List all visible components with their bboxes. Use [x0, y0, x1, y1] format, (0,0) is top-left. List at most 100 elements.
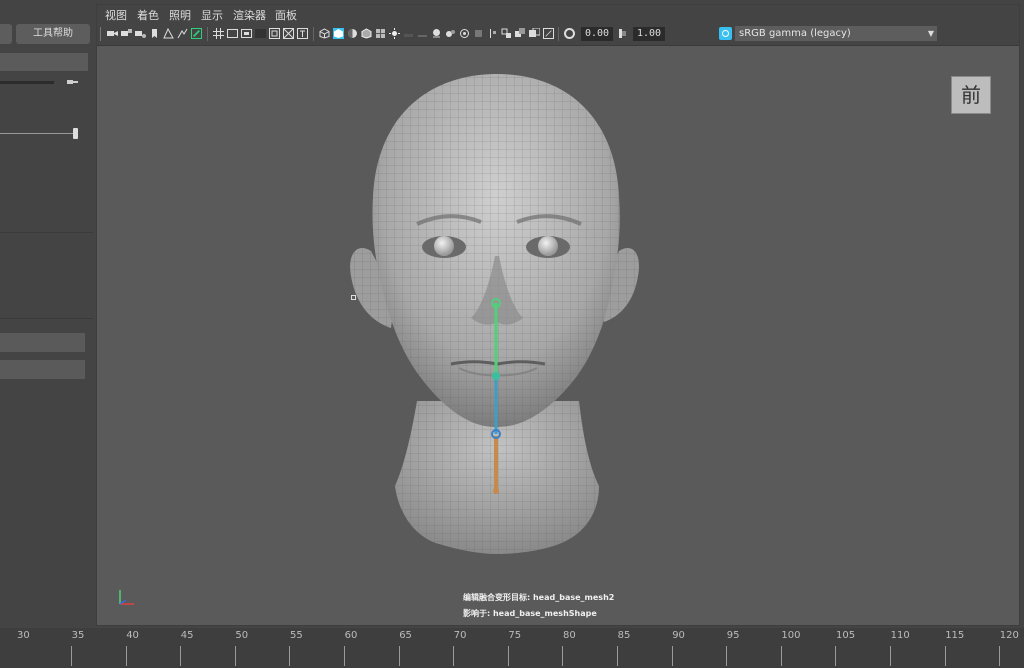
- xray-active-components-icon[interactable]: [515, 28, 526, 39]
- option-field[interactable]: [0, 333, 85, 352]
- left-eye: [434, 236, 454, 256]
- timeline-tick: [835, 646, 837, 666]
- xray-joints-icon[interactable]: [501, 28, 512, 39]
- timeline-frame-label: 50: [235, 630, 249, 641]
- screen-space-ao-icon[interactable]: [417, 28, 428, 39]
- image-plane-icon[interactable]: [163, 28, 174, 39]
- timeline-frame-label: 45: [180, 630, 194, 641]
- viewport-menu-bar: 视图 着色 照明 显示 渲染器 面板: [97, 5, 1019, 23]
- 3d-viewport[interactable]: 前 编辑融合变形目标: head_base_mesh2 影响于: head_ba…: [99, 46, 1017, 624]
- depth-of-field-icon[interactable]: [459, 28, 470, 39]
- option-field[interactable]: [0, 360, 85, 379]
- film-gate-icon[interactable]: [227, 28, 238, 39]
- timeline-frame-label: 70: [453, 630, 467, 641]
- viewport-toolbar: 0.00 1.00 sRGB gamma (legacy) ▼: [97, 23, 1019, 46]
- menu-panels[interactable]: 面板: [275, 7, 297, 23]
- timeline-frame-label: 95: [726, 630, 740, 641]
- color-space-dropdown[interactable]: sRGB gamma (legacy) ▼: [735, 26, 937, 41]
- dropdown-arrow-icon: ▼: [927, 29, 934, 38]
- menu-shading[interactable]: 着色: [137, 7, 159, 23]
- xray-icon[interactable]: [487, 28, 498, 39]
- backface-culling-icon[interactable]: [529, 28, 540, 39]
- viewport-panel: 视图 着色 照明 显示 渲染器 面板 0.00 1.00 sRGB gamma …: [96, 4, 1020, 626]
- multisample-aa-icon[interactable]: [445, 28, 456, 39]
- timeline-frame-label: 65: [399, 630, 412, 641]
- pivot-marker[interactable]: [351, 295, 356, 300]
- timeline-frame-label: 120: [999, 630, 1019, 641]
- timeline-frame-label: 55: [290, 630, 303, 641]
- right-eye: [538, 236, 558, 256]
- timeline-frame-label: 85: [617, 630, 631, 641]
- default-material-icon[interactable]: [347, 28, 358, 39]
- grease-pencil-icon[interactable]: [191, 28, 202, 39]
- gamma-icon[interactable]: [617, 28, 628, 39]
- exposure-field[interactable]: 0.00: [581, 27, 613, 41]
- view-cube[interactable]: 前: [951, 76, 991, 114]
- timeline-tick: [507, 646, 509, 666]
- camera-lock-icon[interactable]: [121, 28, 132, 39]
- color-space-label: sRGB gamma (legacy): [739, 28, 851, 39]
- tool-button-truncated[interactable]: [0, 24, 12, 44]
- timeline-tick: [944, 646, 946, 666]
- timeline-tick: [890, 646, 891, 666]
- timeline-tick: [999, 646, 1001, 666]
- isolate-select-icon[interactable]: [473, 28, 484, 39]
- divider: [0, 318, 93, 319]
- slider-track[interactable]: [0, 81, 54, 84]
- motion-blur-icon[interactable]: [431, 28, 442, 39]
- timeline-frame-label: 90: [672, 630, 685, 641]
- shadows-icon[interactable]: [403, 28, 414, 39]
- toolbar-separator: [558, 27, 559, 41]
- 2d-pan-zoom-icon[interactable]: [177, 28, 188, 39]
- timeline-tick: [726, 646, 728, 666]
- wireframe-icon[interactable]: [319, 28, 330, 39]
- exposure-icon[interactable]: [564, 28, 575, 39]
- timeline-frame-label: 75: [508, 630, 522, 641]
- textured-icon[interactable]: [375, 28, 386, 39]
- time-slider[interactable]: 30 35 40 45 50 55 60 65 70 75 80 85 90 95 100 105 110 115…: [0, 628, 1024, 668]
- slider-handle-icon[interactable]: [67, 78, 78, 86]
- divider: [0, 232, 93, 233]
- resolution-gate-icon[interactable]: [241, 28, 252, 39]
- menu-renderer[interactable]: 渲染器: [233, 7, 266, 23]
- timeline-frame-label: 110: [890, 630, 910, 641]
- grid-icon[interactable]: [213, 28, 224, 39]
- head-mesh[interactable]: [99, 46, 1017, 624]
- tool-help-button[interactable]: 工具帮助: [16, 24, 90, 44]
- timeline-frame-label: 80: [563, 630, 576, 641]
- camera-attributes-icon[interactable]: [135, 28, 146, 39]
- timeline-tick: [780, 646, 782, 666]
- safe-title-icon[interactable]: [297, 28, 308, 39]
- timeline-frame-label: 30: [17, 630, 30, 641]
- timeline-frame-label: 100: [781, 630, 801, 641]
- timeline-tick: [180, 646, 182, 666]
- wireframe-on-shaded-icon[interactable]: [361, 28, 372, 39]
- menu-lighting[interactable]: 照明: [169, 7, 191, 23]
- all-lights-icon[interactable]: [389, 28, 400, 39]
- menu-show[interactable]: 显示: [201, 7, 223, 23]
- timeline-tick: [453, 646, 455, 666]
- timeline-tick: [398, 646, 400, 666]
- blend-target-info: 编辑融合变形目标: head_base_mesh2: [463, 593, 615, 602]
- camera-select-icon[interactable]: [107, 28, 118, 39]
- timeline-tick: [344, 646, 345, 666]
- gamma-field[interactable]: 1.00: [633, 27, 665, 41]
- frame-selection-icon[interactable]: [543, 28, 554, 39]
- weight-slider-handle[interactable]: [73, 128, 78, 139]
- toolbar-separator: [207, 27, 208, 41]
- bookmark-icon[interactable]: [149, 28, 160, 39]
- color-management-icon[interactable]: [719, 27, 732, 40]
- section-header-bar[interactable]: [0, 53, 88, 71]
- field-chart-icon[interactable]: [269, 28, 280, 39]
- menu-view[interactable]: 视图: [105, 7, 127, 23]
- safe-action-icon[interactable]: [283, 28, 294, 39]
- gate-mask-icon[interactable]: [255, 28, 266, 39]
- timeline-tick: [289, 646, 291, 666]
- timeline-tick: [617, 646, 618, 666]
- timeline-tick: [562, 646, 564, 666]
- toolbar-grip-icon: [100, 27, 101, 41]
- timeline-tick: [671, 646, 673, 666]
- affects-info: 影响于: head_base_meshShape: [463, 609, 597, 618]
- weight-slider-track[interactable]: [0, 133, 74, 134]
- smooth-shade-icon[interactable]: [333, 28, 344, 39]
